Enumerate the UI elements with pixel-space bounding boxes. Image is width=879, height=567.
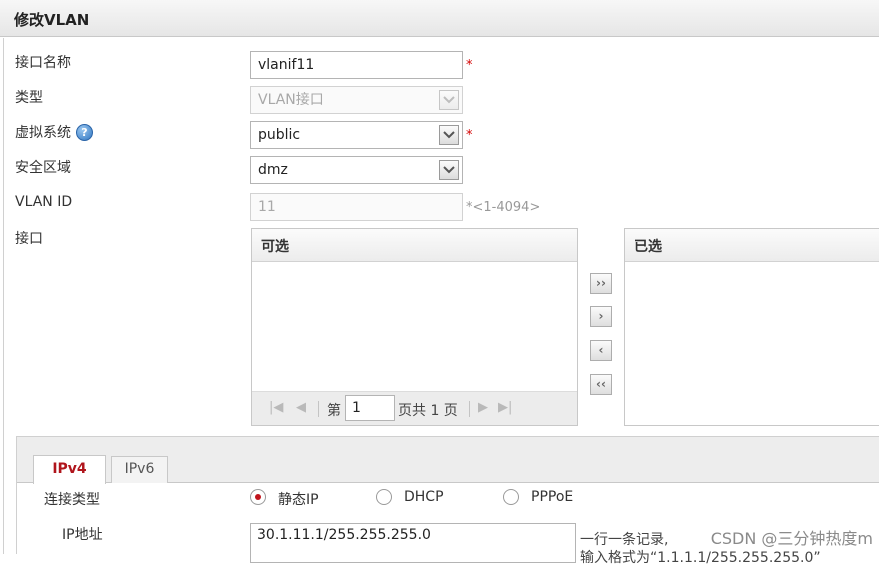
interface-label: 接口 <box>15 231 43 247</box>
add-all-button[interactable]: ›› <box>590 273 612 294</box>
help-icon[interactable]: ? <box>76 124 93 141</box>
page-number-input[interactable]: 1 <box>345 395 395 421</box>
tab-ipv4[interactable]: IPv4 <box>33 455 106 484</box>
ip-address-textarea[interactable]: 30.1.11.1/255.255.255.0 <box>250 523 576 563</box>
available-list-header: 可选 <box>252 229 577 262</box>
pager: |◀ ◀ 第 1 页共 1 页 ▶ ▶| <box>252 391 577 425</box>
zone-select-value: dmz <box>258 162 288 178</box>
vlan-id-input: 11 <box>250 193 463 221</box>
iface-name-label: 接口名称 <box>15 55 71 71</box>
radio-pppoe[interactable] <box>503 489 519 505</box>
tab-ipv6[interactable]: IPv6 <box>111 456 168 483</box>
ip-format-note: 一行一条记录, <box>580 532 669 548</box>
remove-all-button[interactable]: ‹‹ <box>590 374 612 395</box>
watermark: CSDN @三分钟热度m <box>710 529 873 548</box>
pager-divider <box>469 401 470 417</box>
page-total: 页共 1 页 <box>398 403 458 419</box>
vlan-id-range-hint: *<1-4094> <box>466 200 541 215</box>
type-select: VLAN接口 <box>250 86 463 114</box>
radio-dhcp-label[interactable]: DHCP <box>404 489 444 505</box>
pager-divider <box>318 401 319 417</box>
first-page-icon[interactable]: |◀ <box>269 400 283 415</box>
zone-select[interactable]: dmz <box>250 156 463 184</box>
radio-dhcp[interactable] <box>376 489 392 505</box>
type-chevron-down-icon <box>439 90 459 110</box>
ip-format-example: 输入格式为“1.1.1.1/255.255.255.0” <box>580 550 821 566</box>
radio-static-ip-label[interactable]: 静态IP <box>278 489 319 509</box>
radio-static-ip[interactable] <box>250 489 266 505</box>
prev-page-icon[interactable]: ◀ <box>296 400 306 415</box>
selected-list-title: 已选 <box>634 239 662 255</box>
zone-label: 安全区域 <box>15 160 71 176</box>
vsys-chevron-down-icon[interactable] <box>439 125 459 145</box>
vsys-select-value: public <box>258 127 301 143</box>
tab-strip: IPv4 IPv6 <box>17 437 879 484</box>
type-select-value: VLAN接口 <box>258 92 324 108</box>
add-button[interactable]: › <box>590 306 612 327</box>
iface-name-required: * <box>466 58 473 73</box>
page-prefix: 第 <box>327 403 341 419</box>
available-list[interactable]: 可选 |◀ ◀ 第 1 页共 1 页 ▶ ▶| <box>251 228 578 426</box>
available-list-title: 可选 <box>261 239 289 255</box>
type-label: 类型 <box>15 90 43 106</box>
remove-button[interactable]: ‹ <box>590 340 612 361</box>
dialog-titlebar: 修改VLAN <box>0 0 879 37</box>
vsys-required: * <box>466 128 473 143</box>
next-page-icon[interactable]: ▶ <box>478 400 488 415</box>
last-page-icon[interactable]: ▶| <box>498 400 512 415</box>
selected-list-header: 已选 <box>625 229 879 262</box>
ip-address-label: IP地址 <box>62 527 103 543</box>
dialog-title: 修改VLAN <box>14 11 90 29</box>
vsys-select[interactable]: public <box>250 121 463 149</box>
vlan-id-label: VLAN ID <box>15 194 73 210</box>
radio-pppoe-label[interactable]: PPPoE <box>531 489 573 505</box>
iface-name-input[interactable]: vlanif11 <box>250 51 463 79</box>
vsys-label: 虚拟系统 <box>15 125 71 141</box>
selected-list[interactable]: 已选 <box>624 228 879 426</box>
zone-chevron-down-icon[interactable] <box>439 160 459 180</box>
conn-type-label: 连接类型 <box>44 492 100 508</box>
